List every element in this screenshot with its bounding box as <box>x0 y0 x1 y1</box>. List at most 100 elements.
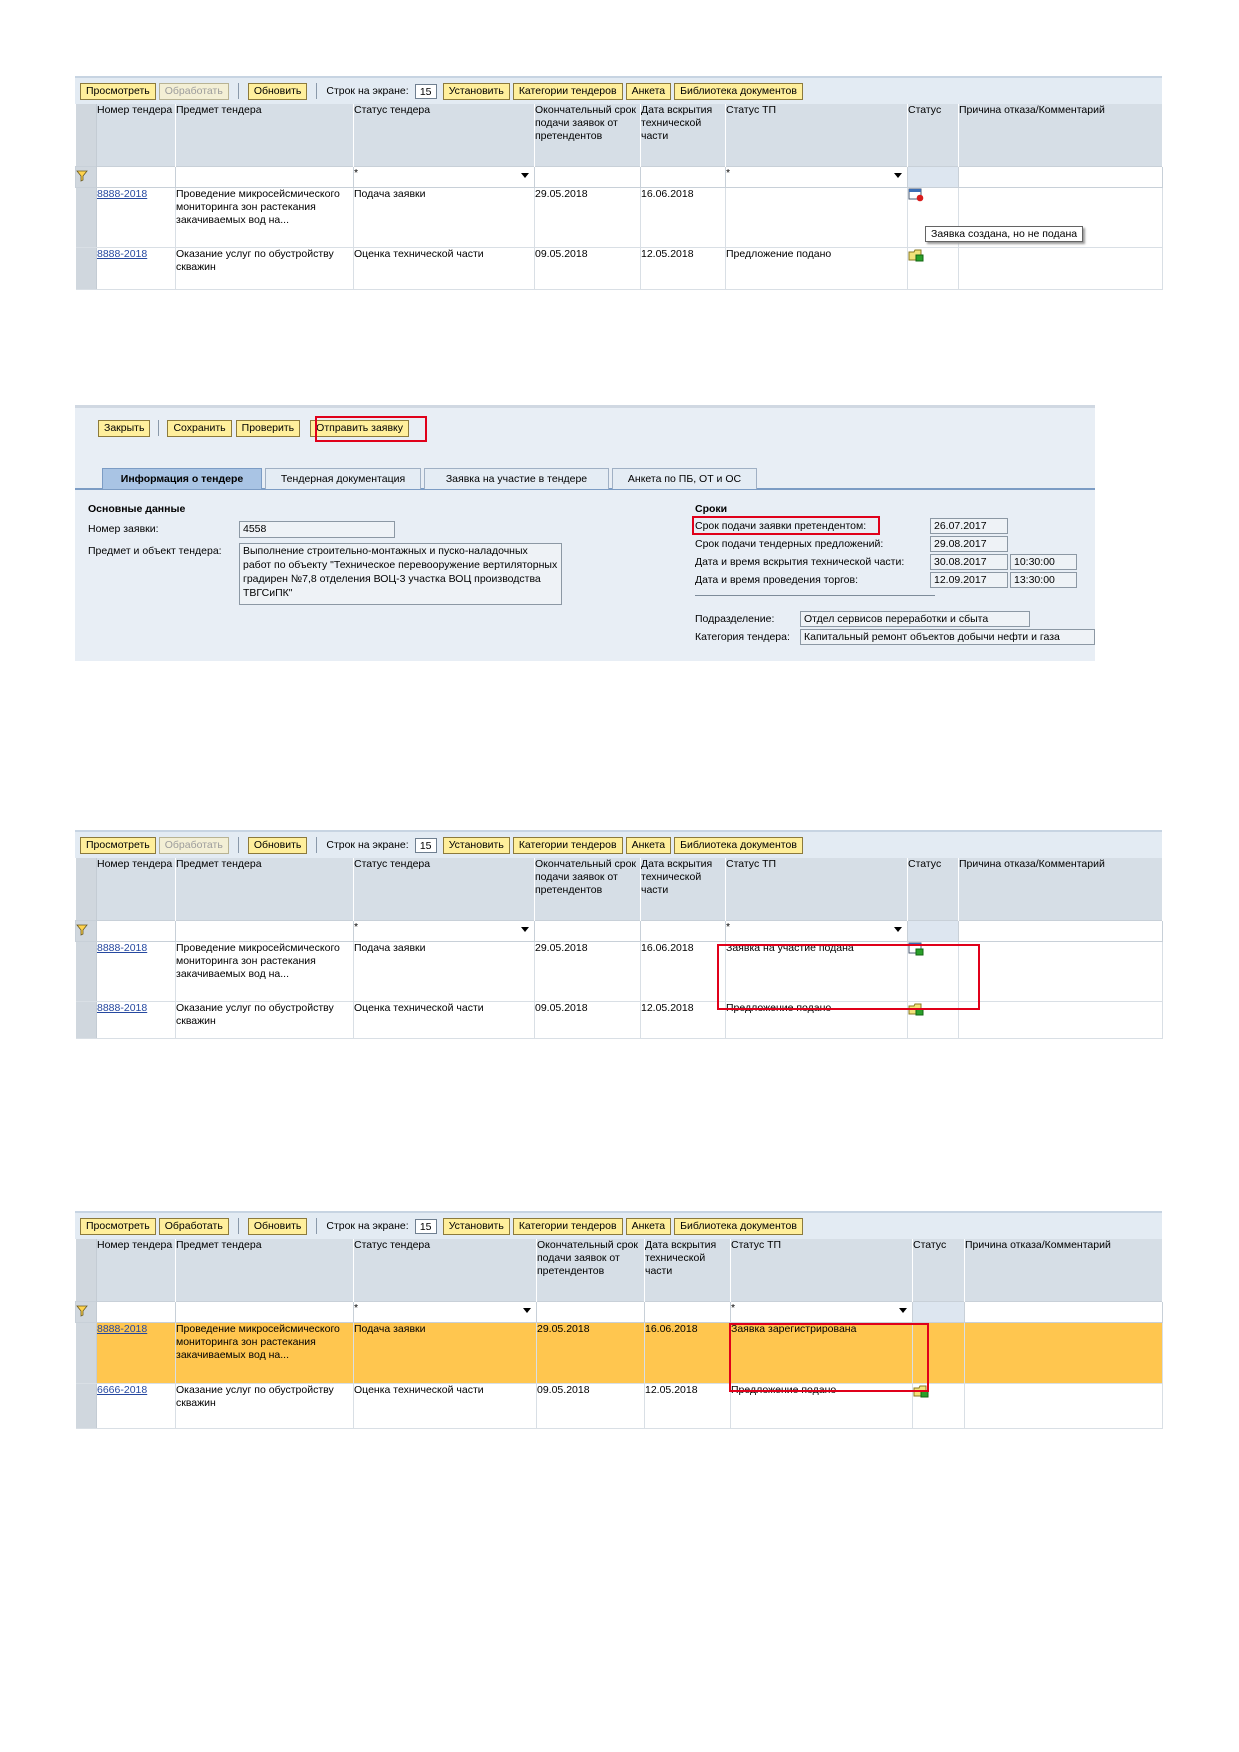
filter-toggle[interactable] <box>75 1300 97 1323</box>
refresh-button[interactable]: Обновить <box>247 82 308 100</box>
col-tp-status[interactable]: Статус ТП <box>725 858 908 920</box>
col-status[interactable]: Статус тендера <box>353 1239 537 1301</box>
filter-tp-status[interactable]: * <box>725 165 908 188</box>
term-date[interactable]: 26.07.2017 <box>930 518 1008 534</box>
filter-status[interactable]: * <box>353 1300 537 1323</box>
view-button[interactable]: Просмотреть <box>80 1217 156 1235</box>
draft-not-submitted-icon[interactable] <box>908 188 924 202</box>
row-selector[interactable] <box>75 1383 97 1429</box>
chevron-down-icon[interactable] <box>894 172 902 178</box>
row-selector[interactable] <box>75 187 97 248</box>
term-date[interactable]: 29.08.2017 <box>930 536 1008 552</box>
chevron-down-icon[interactable] <box>899 1307 907 1313</box>
filter-toggle[interactable] <box>75 919 97 942</box>
table-row-selected[interactable]: 8888-2018 Проведение микросейсмического … <box>75 1322 1163 1384</box>
col-opening[interactable]: Дата вскрытия технической части <box>644 1239 731 1301</box>
filter-number[interactable] <box>96 1300 176 1323</box>
close-button[interactable]: Закрыть <box>98 419 151 437</box>
survey-button[interactable]: Анкета <box>625 1217 672 1235</box>
request-no-field[interactable]: 4558 <box>239 521 395 538</box>
term-time[interactable]: 10:30:00 <box>1010 554 1077 570</box>
division-field[interactable]: Отдел сервисов переработки и сбыта <box>800 611 1030 627</box>
filter-state[interactable] <box>912 1300 965 1323</box>
filter-icon[interactable] <box>76 924 88 936</box>
table-row[interactable]: 8888-2018 Проведение микросейсмического … <box>75 941 1163 1002</box>
filter-subject[interactable] <box>175 919 354 942</box>
col-deadline[interactable]: Окончательный срок подачи заявок от прет… <box>536 1239 645 1301</box>
process-button[interactable]: Обработать <box>158 1217 229 1235</box>
col-subject[interactable]: Предмет тендера <box>175 104 354 166</box>
col-reason[interactable]: Причина отказа/Комментарий <box>958 858 1163 920</box>
tender-number-link[interactable]: 8888-2018 <box>97 1323 147 1335</box>
col-number[interactable]: Номер тендера <box>96 858 176 920</box>
filter-opening[interactable] <box>640 919 726 942</box>
filter-status[interactable]: * <box>353 165 535 188</box>
survey-button[interactable]: Анкета <box>625 82 672 100</box>
tender-number-link[interactable]: 8888-2018 <box>97 942 147 954</box>
filter-number[interactable] <box>96 165 176 188</box>
filter-opening[interactable] <box>644 1300 731 1323</box>
term-time[interactable]: 13:30:00 <box>1010 572 1077 588</box>
subject-field[interactable]: Выполнение строительно-монтажных и пуско… <box>239 543 562 605</box>
refresh-button[interactable]: Обновить <box>247 836 308 854</box>
col-tp-status[interactable]: Статус ТП <box>725 104 908 166</box>
filter-deadline[interactable] <box>534 165 641 188</box>
chevron-down-icon[interactable] <box>521 172 529 178</box>
table-row[interactable]: 8888-2018 Оказание услуг по обустройству… <box>75 1001 1163 1039</box>
col-number[interactable]: Номер тендера <box>96 1239 176 1301</box>
chevron-down-icon[interactable] <box>523 1307 531 1313</box>
col-deadline[interactable]: Окончательный срок подачи заявок от прет… <box>534 858 641 920</box>
filter-toggle[interactable] <box>75 165 97 188</box>
rows-input[interactable]: 15 <box>414 83 437 99</box>
tab-participation[interactable]: Заявка на участие в тендере <box>424 468 609 489</box>
filter-status[interactable]: * <box>353 919 535 942</box>
col-reason[interactable]: Причина отказа/Комментарий <box>964 1239 1163 1301</box>
filter-reason[interactable] <box>964 1300 1163 1323</box>
tender-number-link[interactable]: 8888-2018 <box>97 1002 147 1014</box>
col-status[interactable]: Статус тендера <box>353 104 535 166</box>
filter-reason[interactable] <box>958 919 1163 942</box>
tender-number-link[interactable]: 8888-2018 <box>97 248 147 260</box>
col-subject[interactable]: Предмет тендера <box>175 858 354 920</box>
chevron-down-icon[interactable] <box>894 926 902 932</box>
set-button[interactable]: Установить <box>442 1217 510 1235</box>
categories-button[interactable]: Категории тендеров <box>512 82 623 100</box>
col-subject[interactable]: Предмет тендера <box>175 1239 354 1301</box>
tab-tender-info[interactable]: Информация о тендере <box>102 468 262 489</box>
filter-subject[interactable] <box>175 165 354 188</box>
library-button[interactable]: Библиотека документов <box>674 1217 803 1235</box>
filter-deadline[interactable] <box>534 919 641 942</box>
tender-number-link[interactable]: 8888-2018 <box>97 188 147 200</box>
filter-deadline[interactable] <box>536 1300 645 1323</box>
table-row[interactable]: 6666-2018 Оказание услуг по обустройству… <box>75 1383 1163 1429</box>
row-selector[interactable] <box>75 1322 97 1384</box>
refresh-button[interactable]: Обновить <box>247 1217 308 1235</box>
filter-opening[interactable] <box>640 165 726 188</box>
col-deadline[interactable]: Окончательный срок подачи заявок от прет… <box>534 104 641 166</box>
filter-state[interactable] <box>907 919 959 942</box>
chevron-down-icon[interactable] <box>521 926 529 932</box>
filter-tp-status[interactable]: * <box>725 919 908 942</box>
filter-state[interactable] <box>907 165 959 188</box>
table-row[interactable]: 8888-2018 Оказание услуг по обустройству… <box>75 247 1163 290</box>
tab-survey[interactable]: Анкета по ПБ, ОТ и ОС <box>612 468 757 489</box>
term-date[interactable]: 12.09.2017 <box>930 572 1008 588</box>
filter-icon[interactable] <box>76 170 88 182</box>
categories-button[interactable]: Категории тендеров <box>512 1217 623 1235</box>
col-opening[interactable]: Дата вскрытия технической части <box>640 858 726 920</box>
set-button[interactable]: Установить <box>442 82 510 100</box>
filter-tp-status[interactable]: * <box>730 1300 913 1323</box>
view-button[interactable]: Просмотреть <box>80 82 156 100</box>
categories-button[interactable]: Категории тендеров <box>512 836 623 854</box>
save-button[interactable]: Сохранить <box>167 419 232 437</box>
rows-input[interactable]: 15 <box>414 1218 437 1234</box>
filter-icon[interactable] <box>76 1305 88 1317</box>
col-opening[interactable]: Дата вскрытия технической части <box>640 104 726 166</box>
row-selector[interactable] <box>75 247 97 290</box>
filter-number[interactable] <box>96 919 176 942</box>
term-date[interactable]: 30.08.2017 <box>930 554 1008 570</box>
filter-subject[interactable] <box>175 1300 354 1323</box>
tab-tender-docs[interactable]: Тендерная документация <box>265 468 421 489</box>
col-state[interactable]: Статус <box>907 858 959 920</box>
library-button[interactable]: Библиотека документов <box>674 82 803 100</box>
